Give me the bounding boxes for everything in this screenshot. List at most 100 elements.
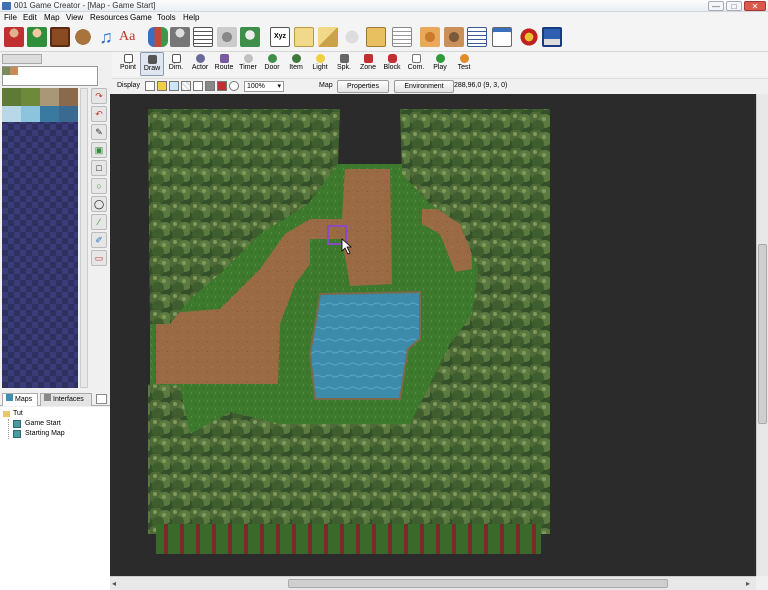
person-icon[interactable] bbox=[170, 27, 190, 47]
redo-icon[interactable]: ↷ bbox=[91, 88, 107, 104]
line-icon[interactable]: ⁄ bbox=[91, 214, 107, 230]
tile-palette[interactable] bbox=[2, 88, 78, 388]
route-icon bbox=[219, 54, 229, 63]
tree-root[interactable]: Tut bbox=[13, 410, 23, 417]
stack-toggle[interactable] bbox=[205, 81, 215, 91]
tool-light[interactable]: Light bbox=[308, 52, 332, 76]
bag-icon[interactable] bbox=[73, 27, 93, 47]
tool-timer[interactable]: Timer bbox=[236, 52, 260, 76]
tool-block[interactable]: Block bbox=[380, 52, 404, 76]
notes-icon[interactable] bbox=[392, 27, 412, 47]
maximize-button[interactable]: □ bbox=[726, 1, 742, 11]
layers-toggle[interactable] bbox=[169, 81, 179, 91]
circle-icon[interactable]: ○ bbox=[91, 178, 107, 194]
eraser-icon[interactable]: ▭ bbox=[91, 250, 107, 266]
menu-file[interactable]: File bbox=[4, 13, 17, 22]
menu-view[interactable]: View bbox=[66, 13, 83, 22]
vertical-scroll-thumb[interactable] bbox=[758, 244, 767, 424]
tab-interfaces[interactable]: Interfaces bbox=[40, 393, 92, 406]
robot-icon[interactable] bbox=[240, 27, 260, 47]
tool-door[interactable]: Door bbox=[260, 52, 284, 76]
environment-button[interactable]: Environment bbox=[394, 80, 454, 93]
undo-icon[interactable]: ↶ bbox=[91, 106, 107, 122]
scroll-left-icon[interactable]: ◂ bbox=[112, 579, 116, 588]
scroll-icon[interactable] bbox=[294, 27, 314, 47]
border-toggle[interactable] bbox=[193, 81, 203, 91]
interfaces-icon bbox=[44, 394, 51, 401]
chest-icon[interactable] bbox=[366, 27, 386, 47]
xyz-icon[interactable]: Xyz bbox=[270, 27, 290, 47]
tool-zone[interactable]: Zone bbox=[356, 52, 380, 76]
save-icon[interactable] bbox=[542, 27, 562, 47]
tool-actor[interactable]: Actor bbox=[188, 52, 212, 76]
tool-point[interactable]: Point bbox=[116, 52, 140, 76]
window-icon[interactable] bbox=[492, 27, 512, 47]
minimize-button[interactable]: — bbox=[708, 1, 724, 11]
menu-edit[interactable]: Edit bbox=[23, 13, 37, 22]
grid-toggle[interactable] bbox=[145, 81, 155, 91]
menu-game[interactable]: Game bbox=[130, 13, 152, 22]
panel-options-icon[interactable] bbox=[96, 394, 107, 404]
list-icon[interactable] bbox=[467, 27, 487, 47]
pencil-icon[interactable]: ✎ bbox=[91, 124, 107, 140]
speaker-icon bbox=[339, 54, 349, 63]
tab-maps[interactable]: Maps bbox=[2, 393, 38, 406]
ellipse-icon[interactable]: ◯ bbox=[91, 196, 107, 212]
gear-icon[interactable] bbox=[217, 27, 237, 47]
block-toggle[interactable] bbox=[217, 81, 227, 91]
map-canvas[interactable] bbox=[110, 94, 756, 576]
tree-item-starting-map[interactable]: Starting Map bbox=[25, 430, 65, 437]
gear-icon-3[interactable] bbox=[444, 27, 464, 47]
horizontal-scrollbar[interactable]: ◂ ▸ bbox=[110, 576, 756, 590]
tool-speaker[interactable]: Spk. bbox=[332, 52, 356, 76]
tile-row-water[interactable] bbox=[2, 106, 78, 122]
tool-item[interactable]: Item bbox=[284, 52, 308, 76]
light-toggle[interactable] bbox=[157, 81, 167, 91]
music-icon[interactable]: ♫ bbox=[96, 27, 116, 47]
scroll-right-icon[interactable]: ▸ bbox=[746, 579, 750, 588]
tool-play[interactable]: Play bbox=[428, 52, 452, 76]
tile-row-terrain[interactable] bbox=[2, 88, 78, 106]
display-bar: Display 100% ▾ Map Properties Environment… bbox=[112, 78, 768, 94]
tree-line bbox=[8, 419, 9, 439]
group-icon[interactable] bbox=[148, 27, 168, 47]
vertical-scrollbar[interactable] bbox=[756, 94, 768, 576]
wand-icon[interactable] bbox=[318, 27, 338, 47]
palette-scrollbar[interactable] bbox=[80, 88, 88, 388]
tool-comment[interactable]: Com. bbox=[404, 52, 428, 76]
menu-tools[interactable]: Tools bbox=[157, 13, 176, 22]
controller-icon[interactable] bbox=[342, 27, 362, 47]
horizontal-scroll-thumb[interactable] bbox=[288, 579, 668, 588]
chevron-down-icon: ▾ bbox=[277, 83, 281, 90]
font-icon[interactable]: Aa bbox=[119, 27, 139, 47]
gear-icon-2[interactable] bbox=[420, 27, 440, 47]
pattern-toggle[interactable] bbox=[181, 81, 191, 91]
tool-test[interactable]: Test bbox=[452, 52, 476, 76]
door-icon[interactable] bbox=[50, 27, 70, 47]
zoom-select[interactable]: 100% ▾ bbox=[244, 81, 284, 92]
properties-button[interactable]: Properties bbox=[337, 80, 389, 93]
play-icon bbox=[435, 54, 445, 63]
tool-point-label: Point bbox=[120, 64, 136, 71]
eyedropper-icon[interactable]: ✐ bbox=[91, 232, 107, 248]
tool-draw[interactable]: Draw bbox=[140, 52, 164, 76]
fill-icon[interactable]: ▣ bbox=[91, 142, 107, 158]
rectangle-icon[interactable]: □ bbox=[91, 160, 107, 176]
menu-help[interactable]: Help bbox=[183, 13, 199, 22]
tool-route[interactable]: Route bbox=[212, 52, 236, 76]
menu-resources[interactable]: Resources bbox=[90, 13, 128, 22]
map-tools-toolbar: Point Draw Dim. Actor Route Timer Door I… bbox=[112, 52, 768, 76]
character-icon[interactable] bbox=[27, 27, 47, 47]
zoom-value: 100% bbox=[247, 83, 265, 90]
ball-icon[interactable] bbox=[519, 27, 539, 47]
window-title: 001 Game Creator - [Map - Game Start] bbox=[14, 1, 156, 10]
layer-tabs[interactable] bbox=[2, 54, 42, 64]
info-toggle[interactable] bbox=[229, 81, 239, 91]
tree-item-game-start[interactable]: Game Start bbox=[25, 420, 61, 427]
tool-dim[interactable]: Dim. bbox=[164, 52, 188, 76]
close-button[interactable]: ✕ bbox=[744, 1, 766, 11]
menu-map[interactable]: Map bbox=[44, 13, 60, 22]
tool-zone-label: Zone bbox=[360, 64, 376, 71]
hero-icon[interactable] bbox=[4, 27, 24, 47]
table-icon[interactable] bbox=[193, 27, 213, 47]
